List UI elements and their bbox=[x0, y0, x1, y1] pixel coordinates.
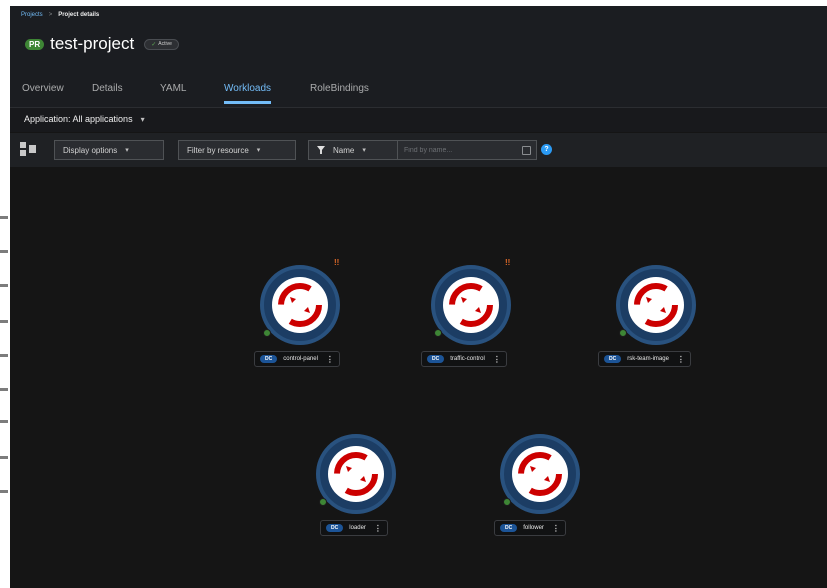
tab-overview[interactable]: Overview bbox=[22, 83, 64, 94]
openshift-icon bbox=[278, 283, 322, 327]
help-icon[interactable]: ? bbox=[541, 144, 552, 155]
tab-bar: Overview Details YAML Workloads RoleBind… bbox=[10, 68, 827, 108]
openshift-icon bbox=[518, 452, 562, 496]
sidebar-edge bbox=[0, 0, 10, 588]
node-name: follower bbox=[523, 525, 544, 531]
kebab-menu-icon[interactable]: ⋮ bbox=[552, 524, 560, 533]
resource-kind-badge: DC bbox=[326, 524, 344, 532]
breadcrumb-projects-link[interactable]: Projects bbox=[21, 12, 43, 18]
application-selector-label: Application: All applications bbox=[24, 114, 133, 124]
breadcrumb-separator: > bbox=[48, 12, 53, 18]
application-selector[interactable]: Application: All applications ▾ bbox=[24, 114, 145, 124]
node-ring[interactable] bbox=[431, 265, 511, 345]
openshift-icon bbox=[449, 283, 493, 327]
breadcrumb-current: Project details bbox=[58, 12, 100, 18]
kebab-menu-icon[interactable]: ⋮ bbox=[677, 355, 685, 364]
chevron-down-icon: ▾ bbox=[140, 114, 145, 124]
filter-by-resource-dropdown[interactable]: Filter by resource ▾ bbox=[178, 140, 296, 160]
kebab-menu-icon[interactable]: ⋮ bbox=[326, 355, 334, 364]
chevron-down-icon: ▾ bbox=[125, 147, 129, 154]
pod-status-icon bbox=[263, 329, 271, 337]
node-ring[interactable] bbox=[500, 434, 580, 514]
chevron-down-icon: ▾ bbox=[256, 147, 261, 154]
application-bar: Application: All applications ▾ bbox=[10, 108, 827, 132]
tab-details[interactable]: Details bbox=[92, 83, 123, 94]
node-ring[interactable] bbox=[616, 265, 696, 345]
node-name: traffic-control bbox=[450, 356, 485, 362]
alert-icon: !! bbox=[505, 258, 511, 267]
tab-rolebindings[interactable]: RoleBindings bbox=[310, 83, 369, 94]
filter-by-resource-label: Filter by resource bbox=[187, 145, 249, 155]
resource-kind-badge: DC bbox=[427, 355, 445, 363]
node-name: loader bbox=[349, 525, 366, 531]
resource-kind-badge: DC bbox=[500, 524, 518, 532]
check-icon: ✓ bbox=[151, 41, 157, 48]
filter-type-dropdown[interactable]: Name ▾ bbox=[308, 140, 398, 160]
project-badge: PR bbox=[25, 38, 45, 50]
display-options-dropdown[interactable]: Display options ▾ bbox=[54, 140, 164, 160]
alert-icon: !! bbox=[334, 258, 340, 267]
topology-node[interactable]: !! DC control-panel ⋮ bbox=[242, 259, 422, 379]
node-name: control-panel bbox=[283, 356, 318, 362]
breadcrumb: Projects > Project details bbox=[21, 12, 99, 18]
tab-yaml[interactable]: YAML bbox=[160, 83, 187, 94]
title-row: PR test-project ✓ Active bbox=[25, 34, 179, 54]
node-name: rsk-team-image bbox=[627, 356, 669, 362]
node-label: DC control-panel ⋮ bbox=[254, 351, 340, 367]
resource-kind-badge: DC bbox=[260, 355, 278, 363]
search-box bbox=[397, 140, 537, 160]
resource-kind-badge: DC bbox=[604, 355, 622, 363]
status-badge: ✓ Active bbox=[144, 38, 179, 50]
node-label: DC traffic-control ⋮ bbox=[421, 351, 507, 367]
kebab-menu-icon[interactable]: ⋮ bbox=[493, 355, 501, 364]
topology-canvas[interactable]: !! DC control-panel ⋮ !! DC traffic-cont… bbox=[10, 167, 827, 588]
pod-status-icon bbox=[503, 498, 511, 506]
search-input[interactable] bbox=[404, 146, 519, 154]
topology-node[interactable]: DC follower ⋮ bbox=[484, 428, 664, 548]
graph-view-toggle-icon[interactable] bbox=[20, 142, 36, 156]
node-label: DC loader ⋮ bbox=[320, 520, 388, 536]
app-window: Projects > Project details PR test-proje… bbox=[10, 6, 827, 588]
node-label: DC rsk-team-image ⋮ bbox=[598, 351, 691, 367]
pod-status-icon bbox=[619, 329, 627, 337]
filter-type-label: Name bbox=[333, 145, 355, 155]
openshift-icon bbox=[334, 452, 378, 496]
node-label: DC follower ⋮ bbox=[494, 520, 566, 536]
search-clear-icon[interactable] bbox=[522, 146, 531, 155]
chevron-down-icon: ▾ bbox=[362, 147, 366, 154]
openshift-icon bbox=[634, 283, 678, 327]
node-ring[interactable] bbox=[260, 265, 340, 345]
topology-toolbar: Display options ▾ Filter by resource ▾ N… bbox=[10, 133, 827, 167]
filter-icon bbox=[317, 146, 325, 154]
node-ring[interactable] bbox=[316, 434, 396, 514]
topology-node[interactable]: DC rsk-team-image ⋮ bbox=[598, 259, 784, 379]
status-text: Active bbox=[158, 41, 172, 47]
topology-node[interactable]: !! DC traffic-control ⋮ bbox=[413, 259, 593, 379]
topology-node[interactable]: DC loader ⋮ bbox=[300, 428, 480, 548]
pod-status-icon bbox=[319, 498, 327, 506]
pod-status-icon bbox=[434, 329, 442, 337]
page-header: Projects > Project details PR test-proje… bbox=[10, 6, 827, 68]
page-title: test-project bbox=[50, 34, 135, 53]
display-options-label: Display options bbox=[63, 145, 118, 155]
kebab-menu-icon[interactable]: ⋮ bbox=[374, 524, 382, 533]
tab-workloads[interactable]: Workloads bbox=[224, 83, 272, 104]
